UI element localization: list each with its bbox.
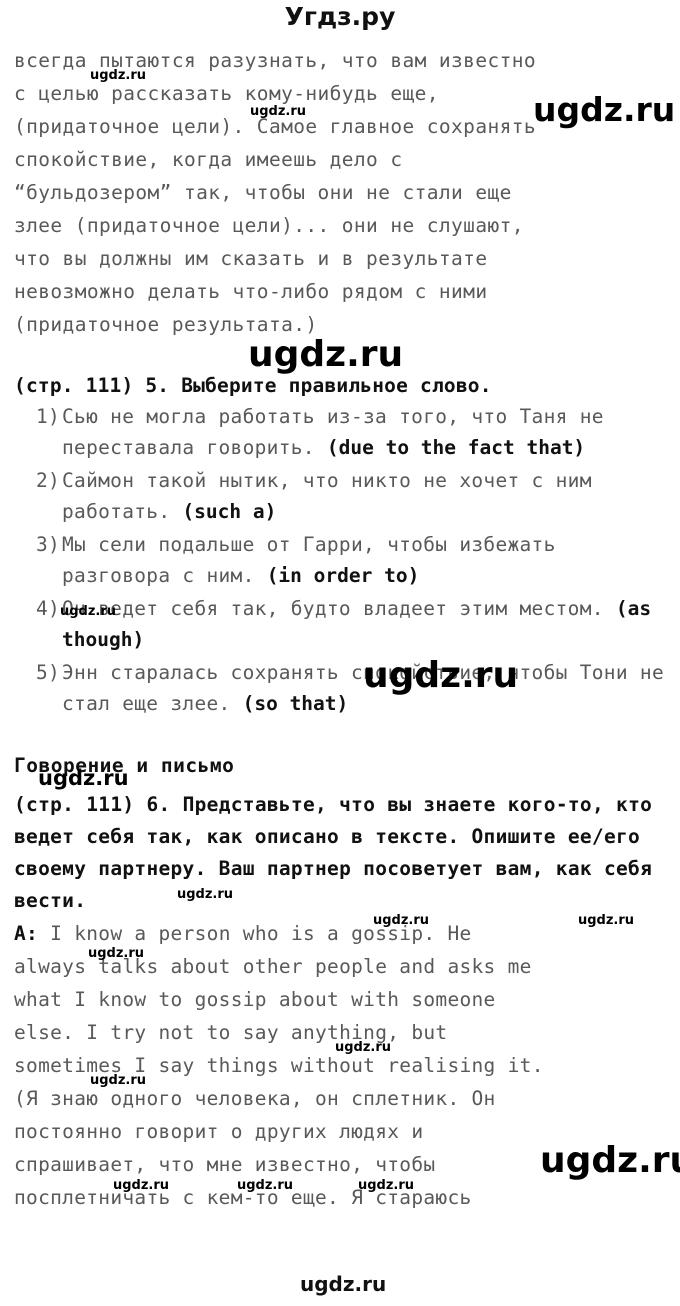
item-answer: (so that) <box>242 692 349 715</box>
list-item: 5) Энн старалась сохранять спокойствие, ч… <box>14 657 666 719</box>
item-text: Энн старалась сохранять спокойствие, что… <box>62 661 664 715</box>
item-marker: 4) <box>36 597 61 620</box>
list-item: 2) Саймон такой нытик, что никто не хочет… <box>14 465 666 527</box>
item-marker: 1) <box>36 405 61 428</box>
section-title: Говорение и письмо <box>14 754 235 777</box>
task5-number: 5. <box>145 374 170 397</box>
list-item: 4) Он ведет себя так, будто владеет этим … <box>14 593 666 655</box>
task6-heading: (стр. 111) 6. Представьте, что вы знаете… <box>14 789 666 917</box>
site-logo: Угдз.ру <box>284 2 396 31</box>
item-text: Он ведет себя так, будто владеет этим ме… <box>62 597 616 620</box>
task6-page-ref: (стр. 111) <box>14 793 135 816</box>
task5-heading: (стр. 111) 5. Выберите правильное слово. <box>14 371 666 401</box>
item-marker: 5) <box>36 661 61 684</box>
task6-answer-russian: (Я знаю одного человека, он сплетник. Он… <box>14 1087 496 1209</box>
intro-paragraph: всегда пытаются разузнать, что вам извес… <box>14 49 537 336</box>
speaker-label: A: <box>14 922 39 945</box>
item-answer: (such a) <box>182 500 277 523</box>
item-marker: 3) <box>36 533 61 556</box>
list-item: 3) Мы сели подальше от Гарри, чтобы избеж… <box>14 529 666 591</box>
watermark: ugdz.ru <box>300 1272 387 1296</box>
worksheet-page: всегда пытаются разузнать, что вам извес… <box>14 44 666 1214</box>
task5-list: 1) Сью не могла работать из-за того, что … <box>14 401 666 719</box>
item-answer: (due to the fact that) <box>326 436 586 459</box>
item-answer: (in order to) <box>266 564 420 587</box>
task5-title: Выберите правильное слово. <box>181 374 492 397</box>
item-text: Саймон такой нытик, что никто не хочет с… <box>62 469 592 523</box>
task5-page-ref: (стр. 111) <box>14 374 134 397</box>
list-item: 1) Сью не могла работать из-за того, что … <box>14 401 666 463</box>
item-marker: 2) <box>36 469 61 492</box>
task6-answer-english: A: I know a person who is a gossip. He a… <box>14 917 666 1082</box>
answer-en-text: I know a person who is a gossip. He alwa… <box>14 922 544 1077</box>
task6-number: 6. <box>146 793 171 816</box>
